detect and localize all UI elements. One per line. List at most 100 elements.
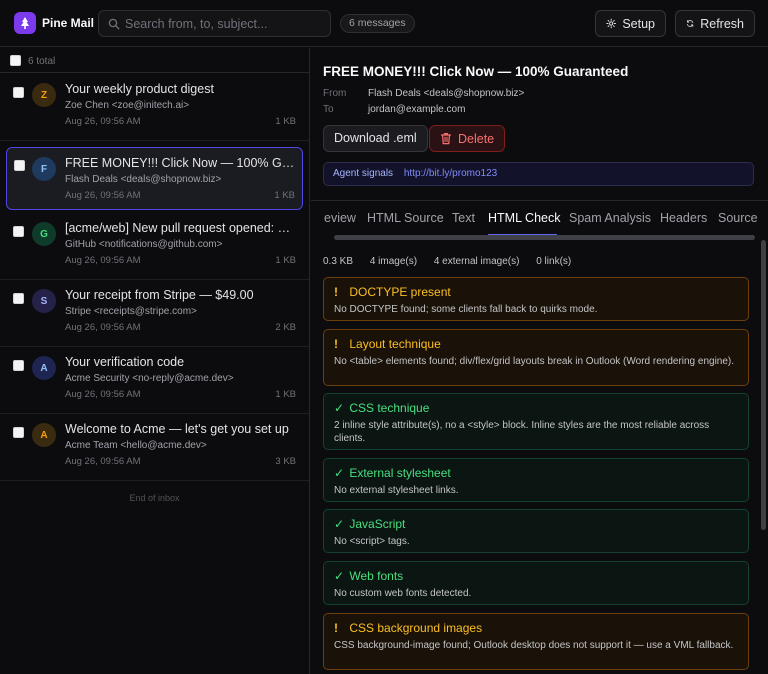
check-card-layout: ! Layout technique No <table> elements f… [323,329,749,386]
check-title: ! Layout technique [334,337,441,351]
avatar: F [32,157,56,181]
item-subject: FREE MONEY!!! Click Now — 100% Guarantee… [65,156,297,170]
item-size: 2 KB [275,322,296,333]
agent-signals-label: Agent signals [333,168,394,179]
item-from: Acme Team <hello@acme.dev> [65,440,207,451]
check-description: No DOCTYPE found; some clients fall back… [334,304,598,315]
app-logo [14,12,36,34]
item-size: 1 KB [275,255,296,266]
check-description: No <table> elements found; div/flex/grid… [334,356,735,367]
list-item[interactable]: S Your receipt from Stripe — $49.00 Stri… [0,280,309,347]
check-card-doctype: ! DOCTYPE present No DOCTYPE found; some… [323,277,749,321]
search-input[interactable] [125,11,325,36]
from-value: Flash Deals <deals@shopnow.biz> [368,88,525,99]
avatar: S [32,289,56,313]
checkmark-icon: ✓ [334,466,345,480]
item-date: Aug 26, 09:56 AM [65,322,141,333]
item-subject: [acme/web] New pull request opened: Fix … [65,221,297,235]
setup-button-label: Setup [622,16,655,31]
stat-links: 0 link(s) [536,256,572,267]
delete-button[interactable]: Delete [429,125,506,152]
agent-signals-link[interactable]: http://bit.ly/promo123 [404,168,497,179]
message-detail-panel: FREE MONEY!!! Click Now — 100% Guarantee… [311,48,768,674]
tab-html-source[interactable]: HTML Source [367,211,444,225]
item-checkbox[interactable] [13,360,24,371]
warning-icon: ! [334,337,338,351]
to-label: To [323,104,334,115]
search-box[interactable] [98,10,331,37]
tab-preview[interactable]: eview [324,211,356,225]
item-subject: Welcome to Acme — let's get you set up [65,422,289,436]
list-item[interactable]: A Your verification code Acme Security <… [0,347,309,414]
avatar: A [32,356,56,380]
download-eml-button[interactable]: Download .eml [323,125,428,152]
tab-html-check[interactable]: HTML Check [488,211,560,225]
check-description: 2 inline style attribute(s), no a <style… [334,420,710,444]
stat-size: 0.3 KB [323,256,354,267]
refresh-button-label: Refresh [700,16,744,31]
item-from: Stripe <receipts@stripe.com> [65,306,197,317]
item-checkbox[interactable] [13,293,24,304]
check-card-web-fonts: ✓ Web fonts No custom web fonts detected… [323,561,749,605]
item-date: Aug 26, 09:56 AM [65,456,141,467]
message-subject: FREE MONEY!!! Click Now — 100% Guarantee… [323,64,629,79]
warning-icon: ! [334,621,338,635]
message-count-badge: 6 messages [340,14,415,33]
from-label: From [323,88,347,99]
top-bar: Pine Mail 6 messages Setup Refresh [0,0,768,47]
list-item-selected[interactable]: F FREE MONEY!!! Click Now — 100% Guarant… [6,147,303,210]
check-description: CSS background-image found; Outlook desk… [334,640,734,651]
item-from: Flash Deals <deals@shopnow.biz> [65,174,222,185]
tabs-horizontal-scrollbar[interactable] [334,235,755,240]
item-checkbox[interactable] [13,226,24,237]
check-title: ✓ Web fonts [334,569,404,583]
avatar: G [32,222,56,246]
stat-external-images: 4 external image(s) [433,256,520,267]
gear-icon [606,18,617,29]
html-stats: 0.3 KB 4 image(s) 4 external image(s) 0 … [323,256,585,267]
avatar: A [32,423,56,447]
tab-bar: eview HTML Source Text HTML Check Spam A… [311,200,768,235]
check-title: ! CSS background images [334,621,483,635]
tab-headers[interactable]: Headers [660,211,707,225]
item-date: Aug 26, 09:56 AM [65,190,141,201]
tab-source[interactable]: Source [718,211,758,225]
stat-images: 4 image(s) [369,256,418,267]
item-checkbox[interactable] [13,427,24,438]
check-title: ! DOCTYPE present [334,285,451,299]
refresh-button[interactable]: Refresh [675,10,755,37]
item-checkbox[interactable] [13,87,24,98]
list-header: 6 total [0,48,309,73]
item-subject: Your receipt from Stripe — $49.00 [65,288,254,302]
check-description: No <script> tags. [334,536,410,547]
item-date: Aug 26, 09:56 AM [65,255,141,266]
item-checkbox[interactable] [14,160,25,171]
to-value: jordan@example.com [368,104,466,115]
select-all-checkbox[interactable] [10,55,21,66]
trash-icon [440,133,452,145]
item-size: 1 KB [275,116,296,127]
check-title: ✓ CSS technique [334,401,430,415]
delete-button-label: Delete [458,131,495,146]
check-card-css: ✓ CSS technique 2 inline style attribute… [323,393,749,450]
item-subject: Your weekly product digest [65,82,214,96]
check-description: No external stylesheet links. [334,485,459,496]
search-icon [108,18,120,30]
item-from: Acme Security <no-reply@acme.dev> [65,373,234,384]
list-item[interactable]: A Welcome to Acme — let's get you set up… [0,414,309,481]
tab-text[interactable]: Text [452,211,475,225]
check-title: ✓ JavaScript [334,517,406,531]
item-from: Zoe Chen <zoe@initech.ai> [65,100,190,111]
content-vertical-scrollbar[interactable] [761,240,766,530]
list-item[interactable]: G [acme/web] New pull request opened: Fi… [0,213,309,280]
list-item[interactable]: Z Your weekly product digest Zoe Chen <z… [0,74,309,141]
message-list-panel: 6 total Z Your weekly product digest Zoe… [0,48,310,674]
item-size: 1 KB [275,389,296,400]
setup-button[interactable]: Setup [595,10,666,37]
item-from: GitHub <notifications@github.com> [65,239,223,250]
avatar: Z [32,83,56,107]
item-size: 1 KB [274,190,295,201]
pine-logo-icon [21,17,29,29]
tab-spam-analysis[interactable]: Spam Analysis [569,211,651,225]
item-size: 3 KB [275,456,296,467]
